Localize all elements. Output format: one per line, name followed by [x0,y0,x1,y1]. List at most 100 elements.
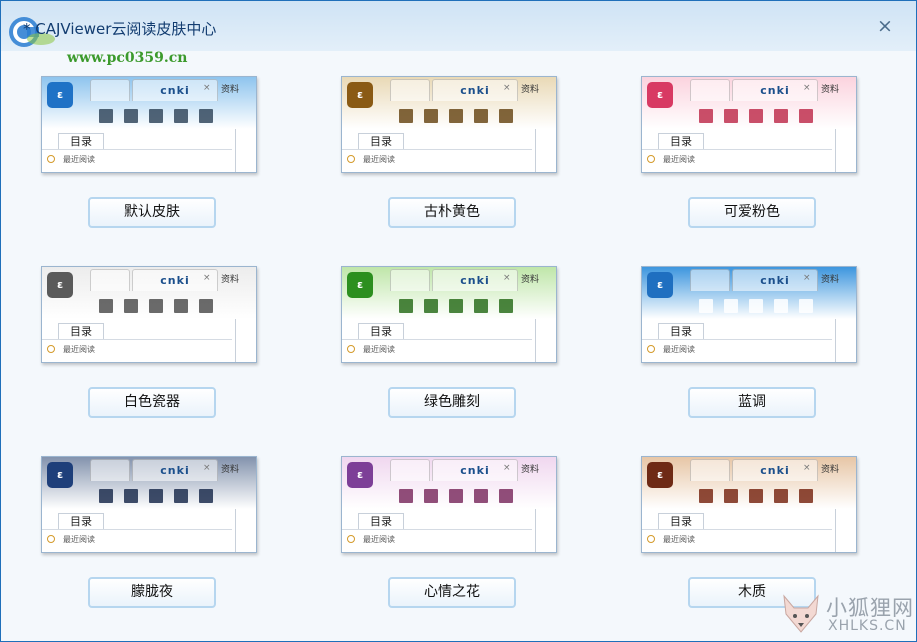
divider [342,149,532,150]
skin-preview[interactable]: ɛ cnki × 资料 目录 最近阅读 [41,456,257,553]
skin-center-window: * CAJViewer云阅读皮肤中心 www.pc0359.cn × ɛ cnki… [0,0,917,642]
grid-icon [424,299,438,313]
preview-toolbar: ɛ cnki × 资料 [42,457,256,509]
recent-reading: 最近阅读 [47,534,95,545]
recent-reading-label: 最近阅读 [663,345,695,354]
preview-toolbar: ɛ cnki × 资料 [42,267,256,319]
toc-tab: 目录 [658,513,704,530]
toc-tab: 目录 [358,133,404,150]
toc-tab: 目录 [58,323,104,340]
toc-tab: 目录 [358,323,404,340]
skin-preview[interactable]: ɛ cnki × 资料 目录 最近阅读 [641,266,857,363]
toc-tab: 目录 [58,513,104,530]
skin-preview[interactable]: ɛ cnki × 资料 目录 最近阅读 [341,76,557,173]
preview-scrollbar [835,319,836,362]
toc-tab: 目录 [658,133,704,150]
folder-icon [399,299,413,313]
recent-reading-label: 最近阅读 [663,535,695,544]
skin-preview[interactable]: ɛ cnki × 资料 目录 最近阅读 [641,456,857,553]
preview-body: 目录 最近阅读 [642,319,856,362]
app-logo-icon: ɛ [347,462,373,488]
skin-button-mood-flower[interactable]: 心情之花 [388,577,516,608]
preview-scrollbar [535,509,536,552]
skin-preview[interactable]: ɛ cnki × 资料 目录 最近阅读 [41,266,257,363]
view-tab [90,79,130,101]
view-tab [90,269,130,291]
grid-icon [124,109,138,123]
preview-body: 目录 最近阅读 [642,509,856,552]
clock-icon [47,345,55,353]
forward-arrow-icon [199,299,213,313]
app-logo-icon: ɛ [347,272,373,298]
grid-icon [424,489,438,503]
list-icon [149,489,163,503]
partial-tab: 资料 [221,85,240,95]
preview-icon-row [86,487,226,505]
preview-icon-row [686,107,826,125]
view-tab [390,269,430,291]
back-arrow-icon [774,109,788,123]
skin-button-green-carving[interactable]: 绿色雕刻 [388,387,516,418]
preview-scrollbar [835,129,836,172]
preview-icon-row [686,297,826,315]
tab-close-icon: × [803,463,811,473]
tab-close-icon: × [203,83,211,93]
divider [42,339,232,340]
tab-close-icon: × [503,273,511,283]
partial-tab: 资料 [221,275,240,285]
recent-reading-label: 最近阅读 [363,535,395,544]
list-icon [749,109,763,123]
close-button[interactable]: × [874,16,896,38]
skin-preview[interactable]: ɛ cnki × 资料 目录 最近阅读 [341,266,557,363]
app-logo-icon: ɛ [47,462,73,488]
clock-icon [647,345,655,353]
preview-toolbar: ɛ cnki × 资料 [342,77,556,129]
preview-icon-row [386,107,526,125]
preview-scrollbar [835,509,836,552]
preview-icon-row [86,107,226,125]
skin-button-hazy-night[interactable]: 朦胧夜 [88,577,216,608]
forward-arrow-icon [499,299,513,313]
recent-reading-label: 最近阅读 [63,535,95,544]
skin-button-default[interactable]: 默认皮肤 [88,197,216,228]
view-tab [90,459,130,481]
forward-arrow-icon [799,109,813,123]
recent-reading: 最近阅读 [47,344,95,355]
tab-close-icon: × [503,463,511,473]
watermark-url: www.pc0359.cn [67,50,188,66]
skin-preview[interactable]: ɛ cnki × 资料 目录 最近阅读 [341,456,557,553]
divider [342,339,532,340]
clock-icon [647,155,655,163]
partial-tab: 资料 [821,85,840,95]
partial-tab: 资料 [821,465,840,475]
window-title: * CAJViewer云阅读皮肤中心 [23,20,217,38]
app-logo-icon: ɛ [347,82,373,108]
preview-toolbar: ɛ cnki × 资料 [642,457,856,509]
skin-button-cute-pink[interactable]: 可爱粉色 [688,197,816,228]
grid-icon [124,489,138,503]
skin-preview[interactable]: ɛ cnki × 资料 目录 最近阅读 [641,76,857,173]
app-logo-icon: ɛ [647,272,673,298]
skin-preview[interactable]: ɛ cnki × 资料 目录 最近阅读 [41,76,257,173]
forward-arrow-icon [499,109,513,123]
partial-tab: 资料 [521,275,540,285]
preview-toolbar: ɛ cnki × 资料 [642,267,856,319]
back-arrow-icon [174,299,188,313]
folder-icon [399,109,413,123]
skin-button-blues[interactable]: 蓝调 [688,387,816,418]
grid-icon [724,489,738,503]
recent-reading: 最近阅读 [647,154,695,165]
divider [42,149,232,150]
skin-button-white-porcelain[interactable]: 白色瓷器 [88,387,216,418]
back-arrow-icon [774,489,788,503]
forward-arrow-icon [799,299,813,313]
preview-scrollbar [535,129,536,172]
clock-icon [47,535,55,543]
preview-body: 目录 最近阅读 [342,509,556,552]
recent-reading: 最近阅读 [347,534,395,545]
back-arrow-icon [774,299,788,313]
app-logo-icon: ɛ [647,82,673,108]
skin-button-antique-yellow[interactable]: 古朴黄色 [388,197,516,228]
list-icon [749,299,763,313]
preview-icon-row [86,297,226,315]
